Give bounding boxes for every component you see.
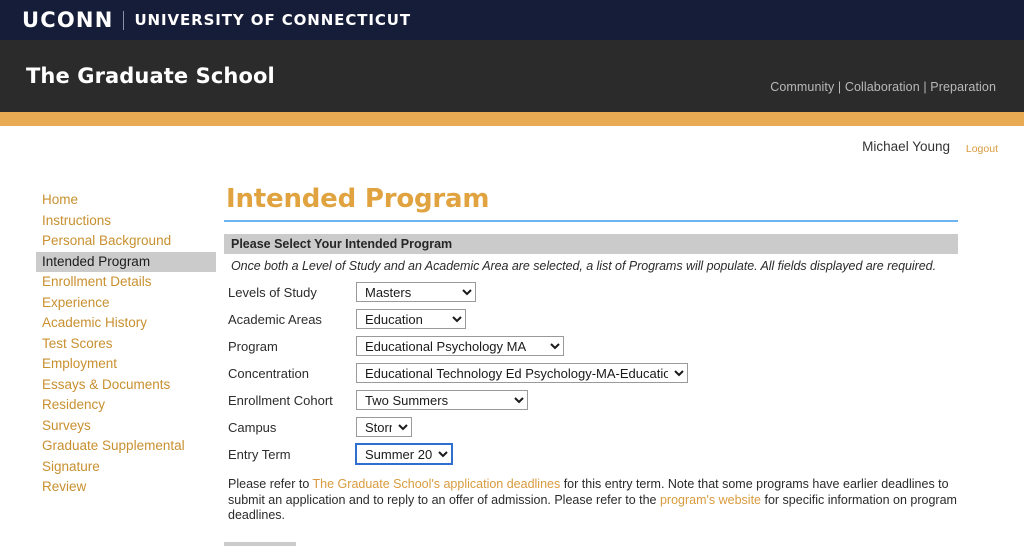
- university-header-bar: UCONN UNIVERSITY OF CONNECTICUT: [0, 0, 1024, 40]
- label-entry-term: Entry Term: [228, 446, 291, 462]
- section-header: Please Select Your Intended Program: [224, 234, 958, 254]
- sidebar-item-home[interactable]: Home: [36, 190, 216, 211]
- select-concentration[interactable]: Educational Technology Ed Psychology-MA-…: [356, 363, 688, 383]
- title-underline: [224, 220, 958, 222]
- select-levels-of-study[interactable]: Masters: [356, 282, 476, 302]
- intended-program-form: Levels of Study Masters Academic Areas E…: [228, 279, 958, 467]
- sidebar-item-instructions[interactable]: Instructions: [36, 211, 216, 232]
- sidebar-item-essays-documents[interactable]: Essays & Documents: [36, 375, 216, 396]
- main-content: Intended Program Please Select Your Inte…: [224, 184, 958, 546]
- continue-button[interactable]: Continue: [224, 541, 296, 546]
- form-row-entry-term: Entry Term Summer 2022: [228, 441, 958, 467]
- form-row-enrollment-cohort: Enrollment Cohort Two Summers: [228, 387, 958, 413]
- label-academic-areas: Academic Areas: [228, 311, 322, 327]
- application-deadlines-link[interactable]: The Graduate School's application deadli…: [313, 477, 561, 491]
- form-row-concentration: Concentration Educational Technology Ed …: [228, 360, 958, 386]
- instruction-text: Once both a Level of Study and an Academ…: [231, 259, 937, 273]
- graduate-school-banner: The Graduate School Community | Collabor…: [0, 40, 1024, 112]
- select-program[interactable]: Educational Psychology MA: [356, 336, 564, 356]
- sidebar-item-academic-history[interactable]: Academic History: [36, 313, 216, 334]
- sidebar-item-test-scores[interactable]: Test Scores: [36, 334, 216, 355]
- sidebar-item-experience[interactable]: Experience: [36, 293, 216, 314]
- label-concentration: Concentration: [228, 365, 309, 381]
- program-website-link[interactable]: program's website: [660, 493, 761, 507]
- sidebar-item-residency[interactable]: Residency: [36, 395, 216, 416]
- sidebar-item-graduate-supplemental[interactable]: Graduate Supplemental: [36, 436, 216, 457]
- sidebar-item-personal-background[interactable]: Personal Background: [36, 231, 216, 252]
- sidebar-item-signature[interactable]: Signature: [36, 457, 216, 478]
- form-row-campus: Campus Storrs: [228, 414, 958, 440]
- footnote-text-1: Please refer to: [228, 477, 313, 491]
- label-program: Program: [228, 338, 278, 354]
- page-title: Intended Program: [226, 184, 490, 214]
- select-academic-areas[interactable]: Education: [356, 309, 466, 329]
- deadline-footnote: Please refer to The Graduate School's ap…: [228, 477, 958, 524]
- select-entry-term[interactable]: Summer 2022: [355, 443, 453, 465]
- sidebar-item-intended-program[interactable]: Intended Program: [36, 251, 216, 272]
- label-enrollment-cohort: Enrollment Cohort: [228, 392, 333, 408]
- gold-accent-bar: [0, 112, 1024, 126]
- select-campus[interactable]: Storrs: [356, 417, 412, 437]
- uconn-logo[interactable]: UCONN: [22, 8, 113, 32]
- logout-link[interactable]: Logout: [966, 143, 998, 155]
- sidebar-item-surveys[interactable]: Surveys: [36, 416, 216, 437]
- account-bar: Michael Young Logout: [0, 126, 1024, 166]
- form-row-levels-of-study: Levels of Study Masters: [228, 279, 958, 305]
- form-row-academic-areas: Academic Areas Education: [228, 306, 958, 332]
- university-name: UNIVERSITY OF CONNECTICUT: [134, 11, 411, 29]
- graduate-school-tagline: Community | Collaboration | Preparation: [770, 80, 996, 94]
- graduate-school-title: The Graduate School: [26, 64, 275, 88]
- sidebar-item-review[interactable]: Review: [36, 477, 216, 498]
- form-row-program: Program Educational Psychology MA: [228, 333, 958, 359]
- application-sidebar-nav: Home Instructions Personal Background Inten…: [36, 190, 216, 498]
- sidebar-item-enrollment-details[interactable]: Enrollment Details: [36, 272, 216, 293]
- sidebar-item-employment[interactable]: Employment: [36, 354, 216, 375]
- label-levels-of-study: Levels of Study: [228, 284, 317, 300]
- logo-divider: [123, 10, 125, 30]
- select-enrollment-cohort[interactable]: Two Summers: [356, 390, 528, 410]
- label-campus: Campus: [228, 419, 277, 435]
- user-name: Michael Young: [862, 139, 950, 154]
